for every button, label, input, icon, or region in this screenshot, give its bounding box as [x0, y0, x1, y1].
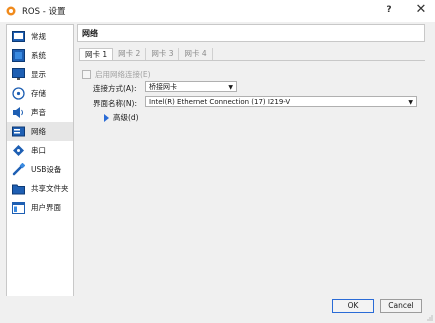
interface-name-label: 界面名称(N):	[93, 99, 137, 108]
tab-adapter-3[interactable]: 网卡 3	[146, 48, 180, 60]
sidebar-item-user-interface[interactable]: 用户界面	[7, 198, 73, 217]
panel-title: 网络	[77, 24, 425, 42]
sidebar-item-label: 存储	[31, 89, 46, 98]
enable-network-label: 启用网络连接(E)	[95, 70, 151, 79]
advanced-toggle[interactable]: 高级(d)	[104, 112, 139, 123]
usb-icon	[11, 163, 25, 177]
window-title: ROS - 设置	[22, 7, 66, 17]
tab-adapter-1[interactable]: 网卡 1	[79, 48, 114, 60]
user-interface-icon	[11, 201, 25, 215]
sidebar-item-serial-port[interactable]: 串口	[7, 141, 73, 160]
chevron-down-icon: ▼	[408, 99, 413, 106]
close-button[interactable]: ✕	[413, 2, 429, 18]
cancel-button[interactable]: Cancel	[380, 299, 422, 313]
tab-divider	[79, 60, 425, 61]
virtualbox-app-icon	[6, 6, 16, 16]
sidebar-item-general[interactable]: 常规	[7, 27, 73, 46]
tab-adapter-2[interactable]: 网卡 2	[113, 48, 147, 60]
adapter-tabs: 网卡 1 网卡 2 网卡 3 网卡 4	[79, 48, 213, 60]
sidebar-item-label: USB设备	[31, 165, 62, 174]
sidebar-item-storage[interactable]: 存储	[7, 84, 73, 103]
advanced-label: 高级(d)	[113, 113, 139, 122]
tab-adapter-4[interactable]: 网卡 4	[179, 48, 213, 60]
sidebar-item-label: 串口	[31, 146, 46, 155]
sidebar-item-shared-folders[interactable]: 共享文件夹	[7, 179, 73, 198]
network-icon	[11, 125, 25, 139]
sidebar-item-label: 网络	[31, 127, 46, 136]
chevron-down-icon: ▼	[228, 84, 233, 91]
audio-icon	[11, 106, 25, 120]
attached-to-label: 连接方式(A):	[93, 84, 137, 93]
serial-port-icon	[11, 144, 25, 158]
sidebar-item-label: 常规	[31, 32, 46, 41]
system-icon	[11, 49, 25, 63]
shared-folder-icon	[11, 182, 25, 196]
sidebar-item-label: 显示	[31, 70, 46, 79]
sidebar-item-label: 用户界面	[31, 203, 61, 212]
sidebar-item-system[interactable]: 系统	[7, 46, 73, 65]
sidebar-item-label: 声音	[31, 108, 46, 117]
display-icon	[11, 68, 25, 82]
sidebar-item-usb[interactable]: USB设备	[7, 160, 73, 179]
interface-name-select[interactable]: Intel(R) Ethernet Connection (17) I219-V…	[145, 96, 417, 107]
expand-arrow-icon	[104, 113, 109, 122]
dialog-button-bar: OK Cancel	[0, 296, 435, 323]
storage-icon	[11, 87, 25, 101]
title-bar: ROS - 设置 ? ✕	[0, 0, 435, 22]
sidebar-item-label: 系统	[31, 51, 46, 60]
ok-button[interactable]: OK	[332, 299, 374, 313]
sidebar-item-display[interactable]: 显示	[7, 65, 73, 84]
sidebar-item-audio[interactable]: 声音	[7, 103, 73, 122]
general-icon	[11, 30, 25, 44]
settings-sidebar: 常规 系统 显示 存储 声音 网络 串口 USB设备 共享文件夹 用户界面	[6, 24, 74, 298]
sidebar-item-label: 共享文件夹	[31, 184, 69, 193]
resize-grip-icon[interactable]	[427, 315, 433, 321]
network-panel: 网络 网卡 1 网卡 2 网卡 3 网卡 4 启用网络连接(E) 连接方式(A)…	[77, 24, 427, 296]
help-button[interactable]: ?	[381, 2, 397, 18]
enable-network-checkbox[interactable]	[82, 70, 91, 79]
attached-to-select[interactable]: 桥接网卡 ▼	[145, 81, 237, 92]
settings-window: ROS - 设置 ? ✕ 常规 系统 显示 存储 声音 网络 串口 USB设备 …	[0, 0, 435, 323]
sidebar-item-network[interactable]: 网络	[7, 122, 73, 141]
enable-network-row: 启用网络连接(E)	[82, 69, 151, 80]
interface-name-value: Intel(R) Ethernet Connection (17) I219-V	[149, 98, 291, 106]
attached-to-value: 桥接网卡	[149, 83, 177, 91]
